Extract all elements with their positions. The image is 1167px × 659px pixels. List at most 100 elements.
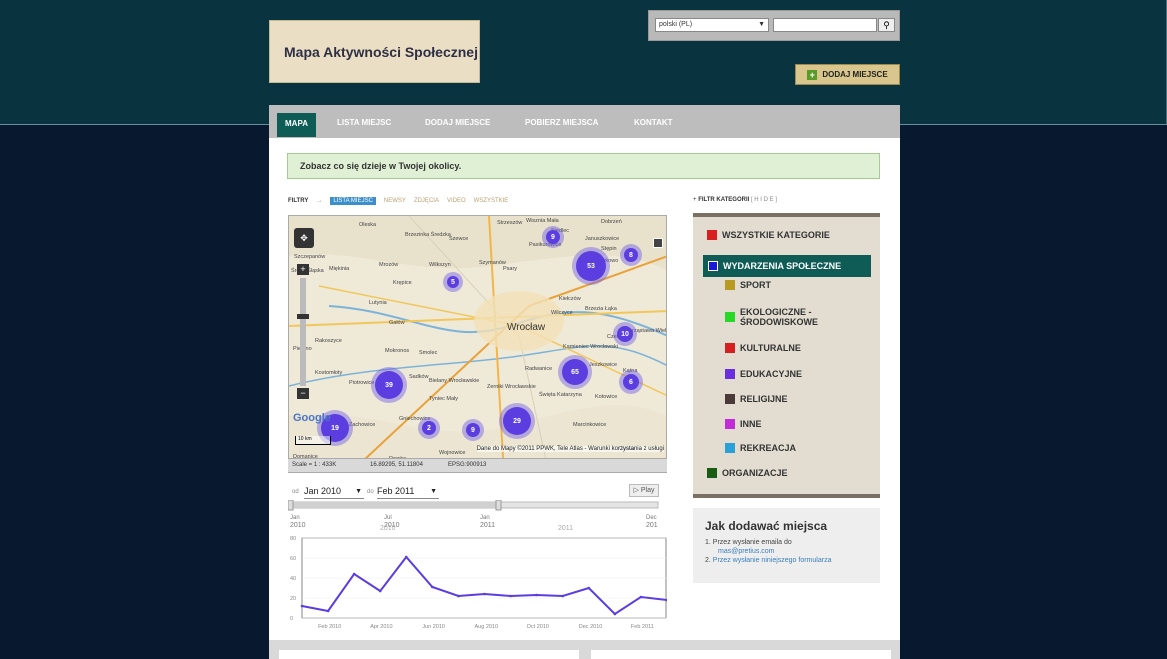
map-place-label: Brzezinka Średzka [405, 232, 451, 238]
category-label: ORGANIZACJE [722, 468, 788, 478]
play-button[interactable]: ▷ Play [629, 484, 659, 497]
map-cluster-marker[interactable]: 9 [546, 230, 560, 244]
category-color-swatch [707, 468, 717, 478]
map-place-label: Krępice [393, 280, 412, 286]
language-select[interactable]: polski (PL) ▼ [655, 18, 769, 32]
search-icon[interactable]: ⚲ [878, 18, 895, 32]
layers-icon[interactable] [653, 238, 663, 248]
map-place-label: Gałów [389, 320, 405, 326]
map-place-label: Wilczyce [551, 310, 573, 316]
language-search-bar: polski (PL) ▼ ⚲ [648, 10, 900, 41]
category-filter-header: + FILTR KATEGORII [ H I D E ] [693, 197, 777, 203]
category-item[interactable]: SPORT [725, 280, 771, 290]
map-place-label: Kotowice [595, 394, 618, 400]
map-cluster-marker[interactable]: 6 [623, 374, 639, 390]
map-cluster-marker[interactable]: 2 [422, 421, 436, 435]
zoom-slider-handle[interactable] [297, 314, 309, 319]
timeline-tick-label: Jan [290, 515, 300, 521]
map-cluster-marker[interactable]: 53 [576, 251, 606, 281]
filter-lista-miejsc[interactable]: LISTA MIEJSC [330, 197, 376, 205]
map-place-label: Strzeszów [497, 220, 523, 226]
timeline-tick-label: Dec [646, 515, 657, 521]
date-from-select[interactable]: Jan 2010 ▼ [304, 486, 364, 499]
category-color-swatch [725, 443, 735, 453]
filter-newsy[interactable]: NEWSY [384, 198, 406, 204]
how-to-title: Jak dodawać miejsca [705, 519, 828, 533]
site-logo[interactable]: Mapa Aktywności Społecznej [269, 20, 480, 83]
tab-kontakt[interactable]: KONTAKT [634, 113, 673, 137]
map-cluster-marker[interactable]: 29 [503, 407, 531, 435]
x-tick-label: Apr 2010 [370, 624, 392, 630]
timeline-slider-handle[interactable] [288, 500, 294, 511]
zoom-slider[interactable] [300, 278, 306, 386]
play-icon: ▷ [633, 487, 639, 494]
category-color-swatch [708, 261, 718, 271]
map-pan-control[interactable]: ✥ [294, 228, 314, 248]
category-item[interactable]: RELIGIJNE [725, 394, 788, 404]
date-to-select[interactable]: Feb 2011 ▼ [377, 486, 439, 499]
tab-dodaj-miejsce[interactable]: DODAJ MIEJSCE [425, 113, 490, 137]
add-place-button[interactable]: + DODAJ MIEJSCE [795, 64, 900, 85]
timeline-tick-label: 2011 [480, 522, 495, 529]
google-logo: Google [293, 412, 331, 424]
map-place-label: Oleska [359, 222, 377, 228]
timeline-slider-handle[interactable] [495, 500, 502, 511]
category-item[interactable]: REKREACJA [725, 443, 796, 453]
category-item[interactable]: EKOLOGICZNE - ŚRODOWISKOWE [725, 307, 865, 327]
map-epsg: EPSG:900913 [448, 462, 487, 468]
timeline-svg: Jan2010Jul2010Jan2011Dec2012010 201102040… [288, 500, 667, 630]
timeline-year-label: 2011 [558, 525, 573, 532]
y-tick-label: 60 [290, 556, 296, 562]
category-color-swatch [725, 419, 735, 429]
map-cluster-marker[interactable]: 10 [617, 326, 633, 342]
category-label: EDUKACYJNE [740, 369, 803, 379]
email-link[interactable]: mas@pretius.com [718, 548, 775, 555]
map-place-label: Bielany Wrocławskie [429, 378, 480, 384]
map-place-label: Smolec [419, 350, 438, 356]
tab-mapa[interactable]: MAPA [277, 113, 316, 137]
map-place-label: Wilkszyn [429, 262, 451, 268]
category-item[interactable]: EDUKACYJNE [725, 369, 802, 379]
category-item[interactable]: KULTURALNE [725, 343, 801, 353]
filter-wszystkie[interactable]: WSZYSTKIE [474, 198, 509, 204]
map-place-label: Sadków [409, 374, 429, 380]
category-label: RELIGIJNE [740, 394, 788, 404]
search-input[interactable] [773, 18, 877, 32]
map-place-label: Marcinkowice [573, 422, 607, 428]
how-to-add-panel: Jak dodawać miejsca 1. Przez wysłanie em… [693, 508, 880, 583]
map-cluster-marker[interactable]: 9 [466, 423, 480, 437]
map-view[interactable]: Oleska Brzezinka Średzka Szewce Strzeszów Wi… [288, 215, 667, 473]
zoom-in-button[interactable]: + [297, 264, 309, 275]
category-item[interactable]: INNE [725, 419, 762, 429]
x-tick-label: Jun 2010 [422, 624, 445, 630]
filter-zdjecia[interactable]: ZDJĘCIA [414, 198, 439, 204]
category-item[interactable]: ORGANIZACJE [707, 468, 788, 478]
map-place-label: Januszkowice [585, 236, 620, 242]
category-item[interactable]: WSZYSTKIE KATEGORIE [707, 230, 830, 240]
hide-link[interactable]: [ H I D E ] [751, 197, 777, 203]
form-link[interactable]: Przez wysłanie niniejszego formularza [713, 557, 832, 564]
how-to-step-1: 1. Przez wysłanie emaila do [705, 539, 792, 546]
main-nav: MAPA LISTA MIEJSC DODAJ MIEJSCE POBIERZ … [269, 105, 900, 138]
chart-point [352, 572, 356, 576]
tab-pobierz-miejsca[interactable]: POBIERZ MIEJSCA [525, 113, 598, 137]
timeline-tick-label: 201 [646, 522, 658, 529]
category-color-swatch [725, 394, 735, 404]
filter-video[interactable]: VIDEO [447, 198, 466, 204]
map-cluster-marker[interactable]: 5 [447, 276, 459, 288]
map-cluster-marker[interactable]: 65 [562, 359, 588, 385]
map-place-label: Wojnowice [439, 450, 466, 456]
category-item[interactable]: WYDARZENIA SPOŁECZNE [703, 255, 871, 277]
map-overlay: Oleska Brzezinka Średzka Szewce Strzeszów Wi… [289, 216, 666, 472]
map-cluster-marker[interactable]: 39 [375, 371, 403, 399]
zoom-out-button[interactable]: − [297, 388, 309, 399]
category-label: INNE [740, 419, 762, 429]
timeline-slider-range [290, 502, 498, 508]
category-label: WSZYSTKIE KATEGORIE [722, 230, 830, 240]
map-place-label: Dobrzeń [601, 219, 622, 225]
category-label: KULTURALNE [740, 343, 801, 353]
category-filter-panel: + FILTR KATEGORII [ H I D E ] WSZYSTKIE … [693, 197, 880, 498]
tab-lista-miejsc[interactable]: LISTA MIEJSC [337, 113, 391, 137]
map-cluster-marker[interactable]: 8 [624, 248, 638, 262]
category-label: SPORT [740, 280, 772, 290]
